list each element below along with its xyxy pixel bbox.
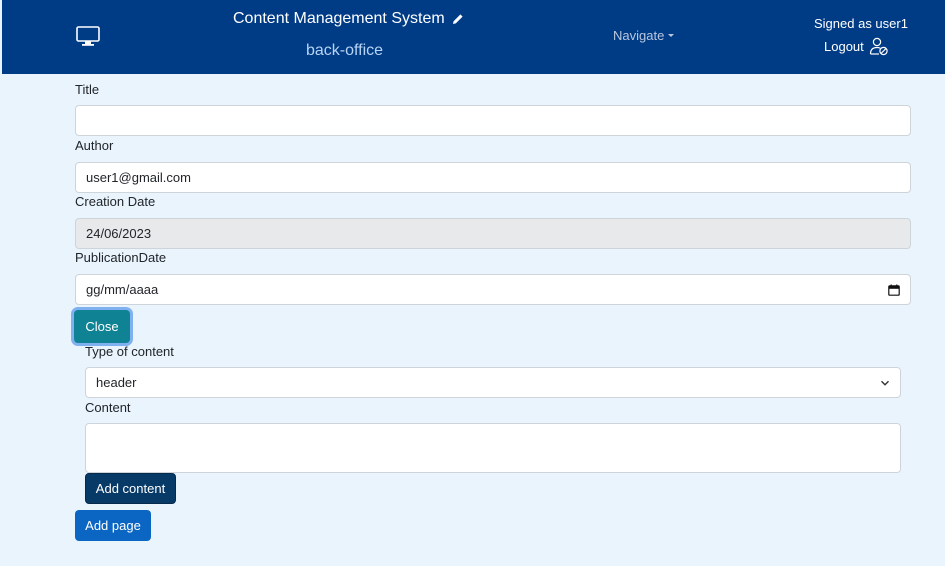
app-title-text: Content Management System — [233, 10, 445, 27]
author-label: Author — [75, 138, 114, 153]
title-input[interactable] — [75, 105, 911, 136]
logout-label: Logout — [824, 38, 864, 54]
app-title[interactable]: Content Management System — [233, 10, 464, 28]
publication-date-label: PublicationDate — [75, 250, 167, 265]
type-of-content-select[interactable]: header — [85, 367, 901, 398]
content-label: Content — [85, 400, 131, 415]
navigate-dropdown[interactable]: Navigate — [613, 28, 675, 43]
creation-date-label: Creation Date — [75, 194, 156, 209]
app-subtitle: back-office — [306, 42, 384, 59]
pencil-icon — [452, 14, 463, 24]
user-slash-icon — [869, 37, 888, 56]
signed-in-user: Signed as user1 — [814, 16, 908, 31]
navigate-label: Navigate — [613, 28, 665, 43]
logout-link[interactable]: Logout — [824, 36, 889, 56]
calendar-icon[interactable] — [888, 284, 900, 296]
content-textarea[interactable] — [85, 423, 901, 473]
type-of-content-label: Type of content — [85, 344, 174, 359]
title-label: Title — [75, 82, 100, 97]
type-of-content-value: header — [96, 375, 137, 390]
chevron-down-icon — [881, 380, 889, 386]
author-input[interactable]: user1@gmail.com — [75, 162, 911, 193]
publication-date-input[interactable]: gg/mm/aaaa — [75, 274, 911, 305]
creation-date-input: 24/06/2023 — [75, 218, 911, 249]
publication-date-value: gg/mm/aaaa — [86, 282, 159, 297]
add-page-button[interactable]: Add page — [75, 510, 151, 541]
close-button[interactable]: Close — [74, 310, 130, 343]
monitor-icon[interactable] — [75, 25, 101, 47]
add-content-button[interactable]: Add content — [85, 473, 176, 504]
caret-down-icon — [668, 34, 675, 37]
top-navbar: Content Management System back-office Na… — [2, 0, 945, 74]
